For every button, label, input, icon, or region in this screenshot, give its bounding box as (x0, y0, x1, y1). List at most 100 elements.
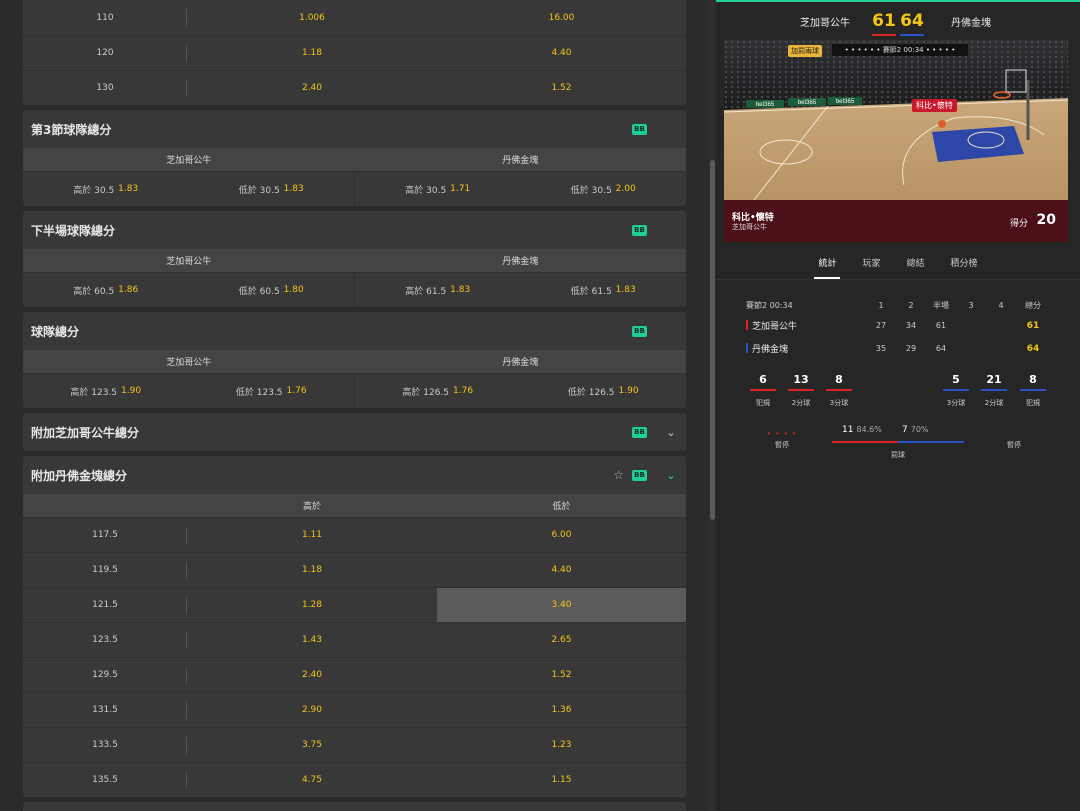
score-half: 64 (935, 344, 947, 353)
tab-players[interactable]: 玩家 (858, 246, 884, 279)
odd-under[interactable]: 1.23 (437, 728, 686, 762)
odd-over[interactable]: 1.18 (187, 553, 437, 587)
odd-under[interactable]: 4.40 (437, 36, 686, 70)
accent-line (716, 0, 1080, 2)
ou-selection[interactable]: 低於 123.5 1.76 (189, 374, 355, 408)
ou-selection[interactable]: 高於 60.5 1.86 (23, 273, 189, 307)
line-value: 121.5 (23, 588, 187, 622)
free-throw-badge: 加罰兩球 (788, 45, 822, 57)
col-q3: 3 (968, 300, 974, 310)
period-label: 賽節2 00:34 (746, 300, 793, 310)
market-title: 附加丹佛金塊總分 (31, 468, 128, 483)
odd-over[interactable]: 2.90 (187, 693, 437, 727)
scrollbar-thumb[interactable] (710, 160, 715, 520)
ou-selection[interactable]: 低於 30.5 1.83 (189, 172, 355, 206)
star-icon[interactable]: ☆ (613, 468, 624, 482)
score-total: 64 (1026, 343, 1040, 354)
team-away-label: 丹佛金塊 (502, 358, 539, 368)
market-title: 球隊總分 (31, 324, 80, 339)
odd-over[interactable]: 1.006 (187, 0, 437, 35)
team-header: 芝加哥公牛 丹佛金塊 (23, 148, 686, 171)
market-title: 附加芝加哥公牛總分 (31, 425, 140, 440)
ou-selection[interactable]: 低於 126.5 1.90 (521, 374, 687, 408)
table-row: 117.5 1.11 6.00 (23, 517, 686, 552)
market-header[interactable]: 球隊總分 BB (23, 312, 686, 350)
scoreboard: 芝加哥公牛 61 64 丹佛金塊 (716, 6, 1080, 36)
team-header: 芝加哥公牛 丹佛金塊 (23, 249, 686, 272)
home-fouls-stat: 6 犯規 (748, 373, 778, 408)
table-row: 135.5 4.75 1.15 (23, 762, 686, 797)
team-away-label: 丹佛金塊 (502, 257, 539, 267)
tab-standings[interactable]: 積分榜 (947, 246, 982, 279)
col-q2: 2 (908, 300, 914, 310)
ad-board-text: bet365 (798, 100, 817, 106)
ou-row: 高於 30.5 1.83 低於 30.5 1.83 高於 30.5 1.71 低於 3… (23, 171, 686, 206)
ou-selection[interactable]: 低於 61.5 1.83 (521, 273, 687, 307)
away-team-name: 丹佛金塊 (951, 17, 991, 29)
odd-under[interactable]: 2.65 (437, 623, 686, 657)
ou-selection[interactable]: 低於 30.5 2.00 (521, 172, 687, 206)
chevron-down-icon[interactable]: ⌄ (664, 426, 678, 439)
odd-over[interactable]: 2.40 (187, 71, 437, 105)
odd-under[interactable]: 4.40 (437, 553, 686, 587)
odd-over[interactable]: 4.75 (187, 763, 437, 797)
table-row: 120 1.18 4.40 (23, 35, 686, 70)
odd-under[interactable]: 1.52 (437, 71, 686, 105)
ou-selection[interactable]: 高於 30.5 1.83 (23, 172, 189, 206)
odd-under[interactable]: 1.52 (437, 658, 686, 692)
away-2pt-stat: 21 2分球 (979, 373, 1009, 408)
player-info-bar: 科比•懷特 芝加哥公牛 得分 20 (724, 200, 1068, 242)
odd-over[interactable]: 1.11 (187, 518, 437, 552)
col-over: 高於 (302, 502, 321, 512)
odd-over[interactable]: 3.75 (187, 728, 437, 762)
odd-under[interactable]: 1.36 (437, 693, 686, 727)
line-value: 135.5 (23, 763, 187, 797)
player-stat-value: 20 (1036, 212, 1056, 228)
player-stat-label: 得分 (1009, 219, 1028, 229)
ou-selection[interactable]: 高於 126.5 1.76 (355, 374, 521, 408)
table-row: 131.5 2.90 1.36 (23, 692, 686, 727)
team-name: 芝加哥公牛 (746, 319, 866, 332)
game-clock: • • • • • • 賽節2 00:34 • • • • • (832, 44, 968, 56)
bet-builder-badge: BB (632, 224, 647, 236)
player-tag: 科比•懷特 (912, 99, 957, 112)
col-under: 低於 (552, 502, 571, 512)
line-value: 120 (23, 36, 187, 70)
odd-over[interactable]: 1.18 (187, 36, 437, 70)
table-row: 119.5 1.18 4.40 (23, 552, 686, 587)
odd-over[interactable]: 1.43 (187, 623, 437, 657)
score-half: 61 (935, 321, 947, 330)
next-card-stub (23, 802, 686, 811)
ad-board-text: bet365 (836, 99, 855, 105)
odd-under[interactable]: 1.15 (437, 763, 686, 797)
odd-over[interactable]: 2.40 (187, 658, 437, 692)
market-header[interactable]: 附加丹佛金塊總分 ☆ BB ⌄ (23, 456, 686, 494)
odd-under-selected[interactable]: 3.40 (437, 588, 686, 622)
away-score: 64 (898, 11, 926, 36)
table-row: 121.5 1.28 3.40 (23, 587, 686, 622)
live-court-visual: bet365 bet365 bet365 加罰兩球 • • • • • • 賽節2 … (724, 40, 1068, 242)
ou-selection[interactable]: 高於 30.5 1.71 (355, 172, 521, 206)
team-away-label: 丹佛金塊 (502, 156, 539, 166)
odd-under[interactable]: 16.00 (437, 0, 686, 35)
market-title: 下半場球隊總分 (31, 223, 116, 238)
ou-selection[interactable]: 低於 60.5 1.80 (189, 273, 355, 307)
card-team-total: 球隊總分 BB 芝加哥公牛 丹佛金塊 高於 123.5 1.90 低於 123.5… (23, 312, 686, 408)
card-top-lines: 110 1.006 16.00 120 1.18 4.40 130 2.40 1… (23, 0, 686, 105)
market-header[interactable]: 附加芝加哥公牛總分 BB ⌄ (23, 413, 686, 451)
odd-over[interactable]: 1.28 (187, 588, 437, 622)
market-title: 第3節球隊總分 (31, 122, 112, 137)
tab-stats[interactable]: 統計 (814, 246, 841, 279)
tab-summary[interactable]: 總結 (903, 246, 929, 279)
market-header[interactable]: 第3節球隊總分 BB (23, 110, 686, 148)
line-value: 123.5 (23, 623, 187, 657)
bet-builder-badge: BB (632, 426, 647, 438)
quarter-score-table: 賽節2 00:34 1 2 半場 3 4 總分 芝加哥公牛 27 34 61 6… (746, 296, 1056, 360)
col-total: 總分 (1025, 300, 1041, 310)
odd-under[interactable]: 6.00 (437, 518, 686, 552)
market-header[interactable]: 下半場球隊總分 BB (23, 211, 686, 249)
ou-selection[interactable]: 高於 123.5 1.90 (23, 374, 189, 408)
chevron-up-icon[interactable]: ⌄ (664, 469, 678, 482)
ou-selection[interactable]: 高於 61.5 1.83 (355, 273, 521, 307)
table-row: 123.5 1.43 2.65 (23, 622, 686, 657)
